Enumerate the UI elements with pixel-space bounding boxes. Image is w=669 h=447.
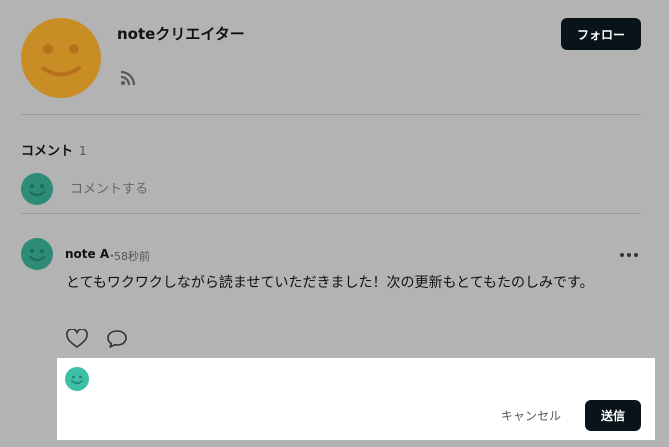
divider [21,213,641,214]
current-user-avatar [21,173,53,205]
comments-title: コメント [21,144,74,159]
creator-header: noteクリエイター フォロー [0,0,669,114]
smiley-face-icon [41,44,81,77]
smiley-face-icon [29,249,45,261]
comment-body: とてもワクワクしながら読ませていただきました！次の更新もとてもたのしみです。 [66,275,594,291]
comments-heading: コメント 1 [21,140,87,159]
smiley-face-icon [71,375,83,385]
comments-count: 1 [79,144,87,158]
heart-icon[interactable] [66,329,88,349]
comment-author-avatar[interactable] [21,238,53,270]
creator-name[interactable]: noteクリエイター [117,23,245,44]
comment-time: 58秒前 [114,250,150,263]
creator-avatar[interactable] [21,18,101,98]
speech-bubble-icon[interactable] [106,329,128,349]
rss-icon[interactable] [119,69,137,87]
comment-input[interactable]: コメントする [70,178,148,197]
send-button[interactable]: 送信 [585,400,641,431]
follow-button[interactable]: フォロー [561,18,641,50]
comment-author[interactable]: note A [65,247,109,261]
smiley-face-icon [29,184,45,196]
more-dots-icon[interactable] [617,246,641,264]
reply-input[interactable] [97,364,637,394]
divider [21,114,641,115]
reply-box: キャンセル 送信 [57,358,655,440]
reply-avatar [65,367,89,391]
cancel-button[interactable]: キャンセル [491,400,571,430]
